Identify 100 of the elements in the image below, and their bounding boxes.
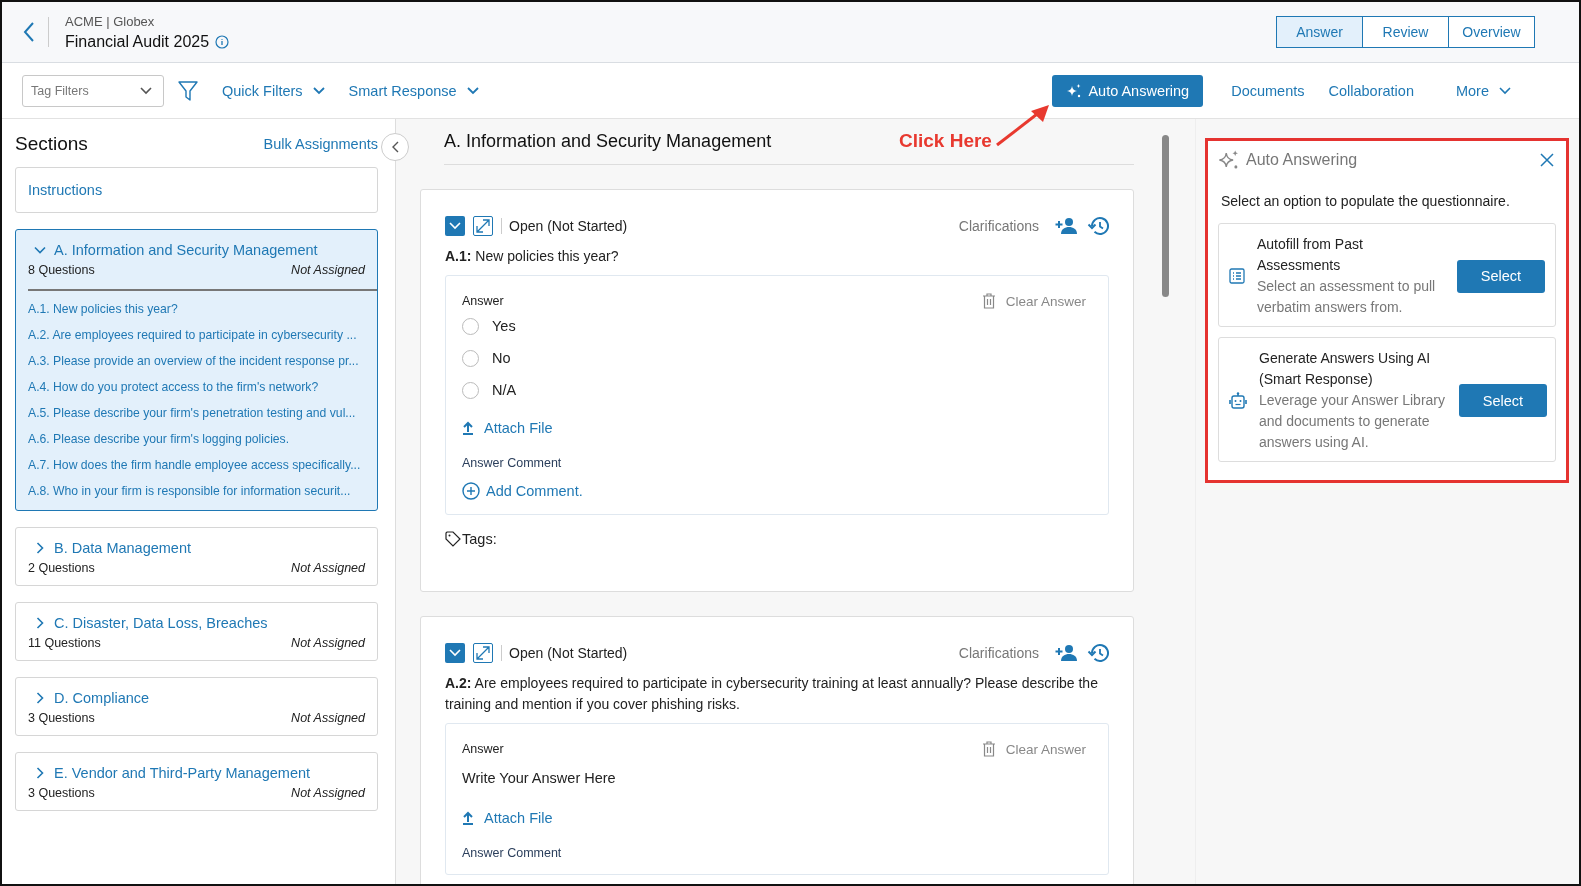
robot-icon	[1229, 391, 1247, 410]
history-icon[interactable]	[1087, 216, 1109, 236]
chevron-down-icon	[140, 86, 152, 95]
attach-file-link[interactable]: Attach File	[462, 810, 553, 826]
clarifications-link[interactable]: Clarifications	[958, 218, 1039, 234]
section-card[interactable]: D. Compliance 3 Questions Not Assigned	[15, 677, 378, 736]
question-link[interactable]: A.3. Please provide an overview of the incident response pr...	[28, 353, 377, 370]
expand-icon	[475, 218, 491, 234]
chevron-down-icon	[34, 244, 46, 256]
question-link[interactable]: A.2. Are employees required to participate in cybersecurity ...	[28, 327, 377, 344]
question-status: Open (Not Started)	[501, 218, 628, 234]
plus-circle-icon	[462, 482, 480, 500]
trash-icon	[981, 293, 996, 309]
expand-icon	[475, 645, 491, 661]
option-description: Select an assessment to pull verbatim answers from.	[1257, 277, 1437, 317]
collapse-toggle-button[interactable]	[445, 216, 465, 236]
filter-icon[interactable]	[178, 79, 198, 102]
assignee-status: Not Assigned	[291, 636, 365, 650]
page-title: Financial Audit 2025	[65, 32, 210, 51]
question-text: A.2: Are employees required to participate in cybersecurity training at least annually? Please describe the training and mention if you cover phishing risks.	[445, 674, 1099, 714]
assignee-status: Not Assigned	[291, 711, 365, 725]
bulk-assignments-link[interactable]: Bulk Assignments	[263, 136, 378, 152]
chevron-down-icon	[449, 222, 461, 230]
answer-comment-label: Answer Comment	[462, 456, 562, 470]
answer-comment-label: Answer Comment	[462, 846, 562, 860]
history-icon[interactable]	[1087, 643, 1109, 663]
scrollbar-thumb[interactable]	[1162, 135, 1169, 297]
section-title: D. Compliance	[54, 690, 150, 706]
question-status: Open (Not Started)	[501, 645, 628, 661]
option-label: N/A	[492, 382, 517, 398]
upload-icon	[462, 421, 474, 435]
option-description: Leverage your Answer Library and documents to generate answers using AI.	[1259, 391, 1446, 452]
add-comment-link[interactable]: Add Comment.	[462, 482, 583, 500]
select-button[interactable]: Select	[1457, 259, 1545, 293]
option-title: Generate Answers Using AI (Smart Response)	[1259, 349, 1432, 389]
auto-answering-button[interactable]: Auto Answering	[1052, 74, 1204, 107]
question-link[interactable]: A.1. New policies this year?	[28, 301, 377, 318]
section-title: C. Disaster, Data Loss, Breaches	[54, 615, 268, 631]
sparkle-icon	[1066, 82, 1083, 99]
mode-tab[interactable]: Overview	[1448, 16, 1535, 48]
chevron-right-icon	[34, 692, 46, 704]
collapse-toggle-button[interactable]	[445, 643, 465, 663]
breadcrumb: ACME | Globex	[65, 13, 156, 29]
clear-answer-button[interactable]: Clear Answer	[975, 292, 1092, 310]
question-count: 2 Questions	[28, 561, 95, 575]
section-card[interactable]: E. Vendor and Third-Party Management 3 Questions Not Assigned	[15, 752, 378, 811]
answer-label: Answer	[462, 742, 504, 756]
chevron-down-icon	[449, 649, 461, 657]
question-count: 8 Questions	[28, 263, 95, 277]
section-card[interactable]: C. Disaster, Data Loss, Breaches 11 Questions Not Assigned	[15, 602, 378, 661]
section-title: B. Data Management	[54, 540, 192, 556]
dropdown-button[interactable]: Quick Filters	[222, 78, 325, 103]
attach-file-link[interactable]: Attach File	[462, 420, 553, 436]
assignee-status: Not Assigned	[291, 561, 365, 575]
chevron-right-icon	[34, 542, 46, 554]
chevron-right-icon	[34, 767, 46, 779]
mode-tab[interactable]: Answer	[1276, 16, 1363, 48]
clarifications-link[interactable]: Clarifications	[958, 645, 1039, 661]
clear-answer-button[interactable]: Clear Answer	[975, 740, 1092, 758]
close-icon	[1540, 153, 1554, 167]
select-button[interactable]: Select	[1459, 384, 1547, 417]
expand-button[interactable]	[473, 216, 493, 236]
panel-title: Auto Answering	[1246, 151, 1358, 169]
option-label: Yes	[492, 318, 516, 334]
question-link[interactable]: A.4. How do you protect access to the firm's network?	[28, 379, 377, 396]
section-title: A. Information and Security Management	[54, 242, 318, 258]
question-link[interactable]: A.8. Who in your firm is responsible for information securit...	[28, 483, 377, 500]
upload-icon	[462, 811, 474, 825]
instructions-item[interactable]: Instructions	[15, 167, 378, 213]
option-label: No	[492, 350, 511, 366]
question-count: 3 Questions	[28, 711, 95, 725]
annotation-arrow	[995, 103, 1051, 147]
mode-tab[interactable]: Review	[1362, 16, 1449, 48]
question-count: 11 Questions	[28, 636, 101, 650]
question-text: A.1: New policies this year?	[445, 247, 620, 266]
question-link[interactable]: A.5. Please describe your firm's penetration testing and vul...	[28, 405, 377, 422]
nav-link[interactable]: Documents	[1231, 82, 1305, 99]
chevron-right-icon	[34, 617, 46, 629]
assignee-status: Not Assigned	[291, 786, 365, 800]
chevron-down-icon	[312, 86, 325, 95]
option-title: Autofill from Past Assessments	[1257, 235, 1364, 275]
section-card[interactable]: B. Data Management 2 Questions Not Assigned	[15, 527, 378, 586]
trash-icon	[981, 741, 996, 757]
nav-link[interactable]: Collaboration	[1328, 82, 1414, 99]
close-button[interactable]	[1538, 151, 1556, 169]
panel-description: Select an option to populate the questionnaire.	[1221, 193, 1511, 209]
question-link[interactable]: A.7. How does the firm handle employee access specifically...	[28, 457, 377, 474]
expand-button[interactable]	[473, 643, 493, 663]
list-icon	[1229, 268, 1245, 284]
more-menu-button[interactable]: More	[1455, 78, 1511, 103]
section-title: E. Vendor and Third-Party Management	[54, 765, 311, 781]
add-user-icon[interactable]	[1055, 217, 1079, 235]
add-user-icon[interactable]	[1055, 644, 1079, 662]
annotation-label: Click Here	[899, 130, 992, 152]
dropdown-button[interactable]: Smart Response	[348, 78, 479, 103]
answer-label: Answer	[462, 294, 504, 308]
tag-filter-field[interactable]: Tag Filters	[22, 74, 164, 107]
section-card[interactable]	[15, 229, 378, 511]
question-link[interactable]: A.6. Please describe your firm's logging policies.	[28, 431, 377, 448]
info-icon[interactable]	[215, 34, 230, 49]
